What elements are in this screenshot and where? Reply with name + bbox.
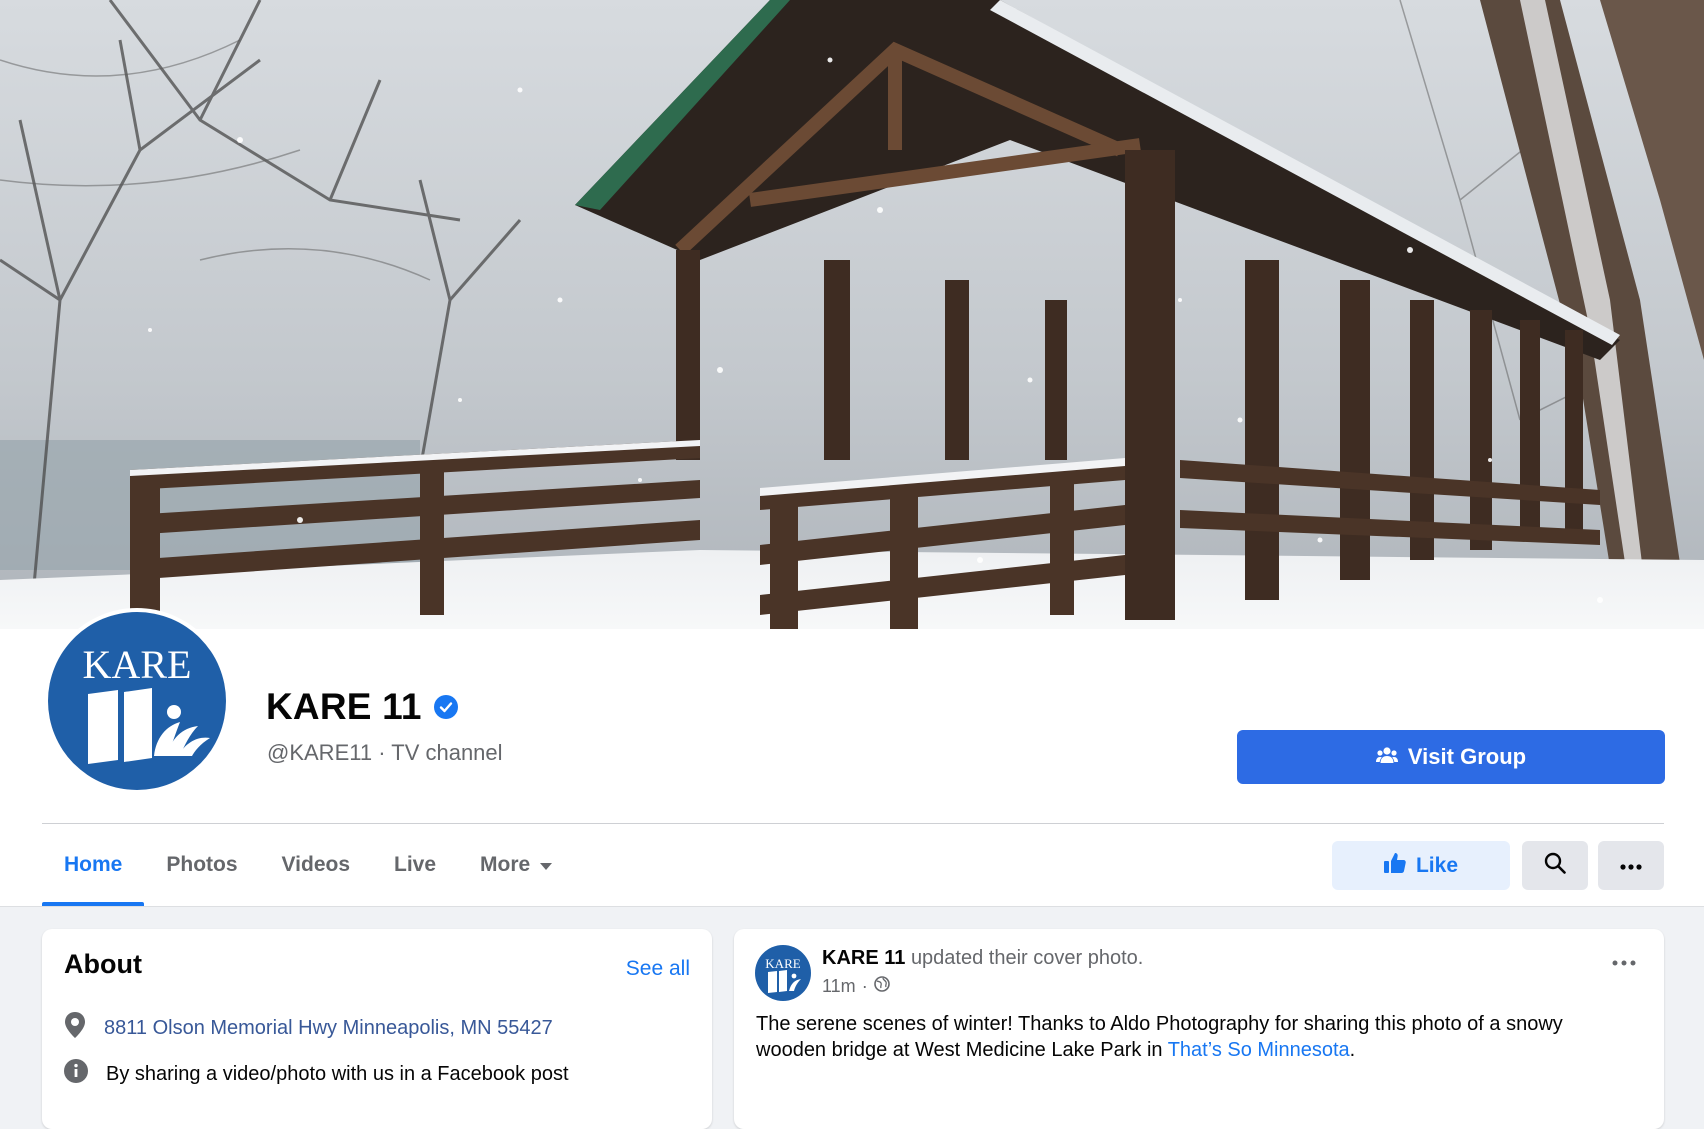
verified-badge-icon <box>433 695 458 719</box>
tab-more-label: More <box>480 853 531 876</box>
about-title: About <box>64 949 142 979</box>
about-card: About See all 8811 Olson Memorial Hwy Mi… <box>42 929 712 1129</box>
location-pin-icon <box>64 1012 86 1044</box>
tab-home[interactable]: Home <box>42 824 145 906</box>
about-info-text: By sharing a video/photo with us in a Fa… <box>106 1062 569 1085</box>
page-handle: @KARE11 <box>267 740 373 765</box>
post-card: KARE KARE 11 updated their cover photo. … <box>734 929 1664 1129</box>
post-time[interactable]: 11m <box>822 976 856 997</box>
tab-videos[interactable]: Videos <box>260 824 372 906</box>
post-author-avatar[interactable]: KARE <box>755 945 811 1001</box>
profile-avatar[interactable]: KARE <box>44 608 230 794</box>
tab-home-label: Home <box>64 853 123 876</box>
subtitle-separator: · <box>372 740 392 765</box>
visit-group-label: Visit Group <box>1407 744 1527 769</box>
logo-text: KARE <box>83 642 192 687</box>
more-options-button[interactable] <box>1598 841 1664 890</box>
page-name-text: KARE 11 <box>266 686 422 727</box>
kare11-logo: KARE <box>48 612 226 790</box>
post-text-end: . <box>1349 1039 1356 1061</box>
post-header: KARE 11 updated their cover photo. <box>822 947 1143 970</box>
page-tabs: Home Photos Videos Live More <box>42 824 574 906</box>
cover-photo[interactable] <box>0 0 1704 629</box>
page-category: TV channel <box>391 740 503 765</box>
post-avatar-logo-text: KARE <box>765 956 800 971</box>
more-dots-icon <box>1612 953 1636 970</box>
cover-photo-image <box>0 0 1704 629</box>
post-body: The serene scenes of winter! Thanks to A… <box>756 1011 1636 1063</box>
search-icon <box>1544 852 1566 879</box>
see-all-link[interactable]: See all <box>626 957 690 981</box>
like-page-button[interactable]: Like <box>1332 841 1510 890</box>
tab-photos-label: Photos <box>166 853 238 876</box>
tab-live[interactable]: Live <box>372 824 458 906</box>
thumbs-up-icon <box>1383 852 1406 880</box>
info-icon <box>64 1059 88 1089</box>
post-action: updated their cover photo. <box>910 947 1144 969</box>
post-meta: 11m · <box>822 976 890 997</box>
post-options-button[interactable] <box>1612 953 1636 971</box>
like-label: Like <box>1415 853 1459 877</box>
about-address-row: 8811 Olson Memorial Hwy Minneapolis, MN … <box>64 1012 553 1044</box>
visit-group-button[interactable]: Visit Group <box>1237 730 1665 784</box>
tab-photos[interactable]: Photos <box>144 824 259 906</box>
tab-more[interactable]: More <box>458 824 574 906</box>
post-text-main: The serene scenes of winter! Thanks to A… <box>756 1013 1563 1061</box>
tab-videos-label: Videos <box>281 853 351 876</box>
more-dots-icon <box>1620 857 1642 875</box>
post-hashtag-link[interactable]: That’s So Minnesota <box>1168 1039 1350 1061</box>
globe-icon <box>873 976 890 997</box>
tab-live-label: Live <box>394 853 437 876</box>
post-author[interactable]: KARE 11 <box>822 947 905 969</box>
address-link[interactable]: 8811 Olson Memorial Hwy Minneapolis, MN … <box>104 1017 553 1040</box>
page-title: KARE 11 <box>266 686 458 728</box>
caret-down-icon <box>540 853 553 877</box>
meta-separator: · <box>861 976 868 996</box>
page-subtitle: @KARE11 · TV channel <box>267 740 503 766</box>
group-icon <box>1375 744 1398 770</box>
about-info-row: By sharing a video/photo with us in a Fa… <box>64 1059 569 1089</box>
search-button[interactable] <box>1522 841 1588 890</box>
